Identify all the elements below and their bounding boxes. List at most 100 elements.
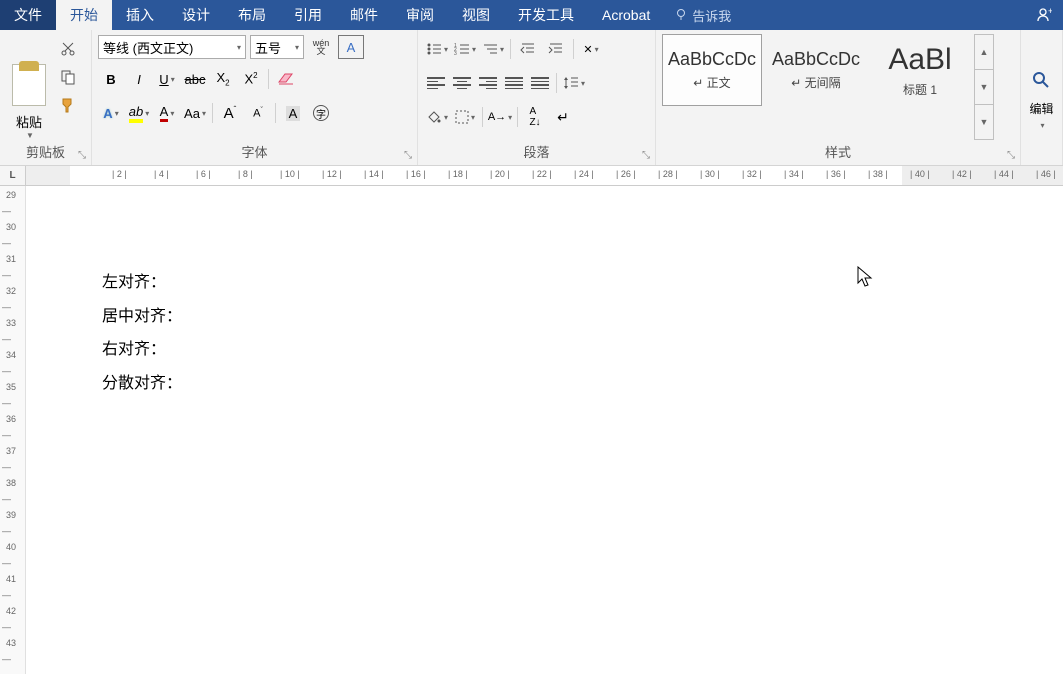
ruler-tick: | 10 |	[280, 169, 300, 179]
clear-format-button[interactable]	[273, 67, 299, 91]
text-direction-button[interactable]: A→▾	[487, 105, 513, 129]
vruler-mark: —	[2, 206, 11, 216]
doc-line[interactable]: 居中对齐：	[102, 300, 1022, 334]
paragraph-launcher[interactable]: ⤡	[639, 149, 653, 163]
find-icon[interactable]	[1031, 70, 1051, 90]
styles-launcher[interactable]: ⤡	[1004, 149, 1018, 163]
style-preview: AaBbCcDc	[668, 49, 756, 70]
styles-more[interactable]: ▼	[975, 105, 993, 139]
vruler-tick: 34	[6, 350, 16, 360]
menu-review[interactable]: 审阅	[392, 0, 448, 30]
vruler-tick: 35	[6, 382, 16, 392]
vruler-mark: —	[2, 494, 11, 504]
ribbon: 粘贴 ▼ 剪贴板 ⤡ 等线 (西文正文)▾ 五号▾ wén文 A	[0, 30, 1063, 166]
italic-button[interactable]: I	[126, 67, 152, 91]
multilevel-icon	[482, 42, 498, 56]
align-distribute-button[interactable]	[528, 72, 552, 94]
menu-home[interactable]: 开始	[56, 0, 112, 30]
superscript-button[interactable]: X2	[238, 67, 264, 91]
increase-indent-button[interactable]	[543, 37, 569, 61]
copy-button[interactable]	[56, 66, 80, 88]
decrease-indent-button[interactable]	[515, 37, 541, 61]
enclose-char-button[interactable]: 字	[308, 101, 334, 125]
align-center-button[interactable]	[450, 72, 474, 94]
vruler-tick: 41	[6, 574, 16, 584]
style-normal[interactable]: AaBbCcDc ↵ 正文	[662, 34, 762, 106]
sort-button[interactable]: AZ↓	[522, 105, 548, 129]
horizontal-ruler[interactable]: | 2 || 4 || 6 || 8 || 10 || 12 || 14 || …	[26, 166, 1063, 185]
editing-label[interactable]: 编辑	[1029, 100, 1053, 117]
style-heading1[interactable]: AaBl 标题 1	[870, 34, 970, 106]
borders-button[interactable]: ▾	[452, 105, 478, 129]
paste-button[interactable]: 粘贴 ▼	[6, 34, 52, 140]
paste-label: 粘贴	[16, 112, 42, 131]
menu-view[interactable]: 视图	[448, 0, 504, 30]
align-right-button[interactable]	[476, 72, 500, 94]
doc-line[interactable]: 右对齐：	[102, 333, 1022, 367]
styles-down[interactable]: ▼	[975, 70, 993, 105]
bold-button[interactable]: B	[98, 67, 124, 91]
vruler-mark: —	[2, 654, 11, 664]
styles-up[interactable]: ▲	[975, 35, 993, 70]
change-case-button[interactable]: Aa▾	[182, 101, 208, 125]
underline-button[interactable]: U▾	[154, 67, 180, 91]
svg-text:3: 3	[454, 51, 457, 56]
font-size-combo[interactable]: 五号▾	[250, 35, 304, 59]
share-button[interactable]: +	[1023, 0, 1063, 30]
page[interactable]: 左对齐： 居中对齐： 右对齐： 分散对齐：	[62, 186, 1062, 480]
format-painter-button[interactable]	[56, 94, 80, 116]
tell-me[interactable]: 告诉我	[664, 0, 741, 30]
multilevel-button[interactable]: ▾	[480, 37, 506, 61]
grow-font-button[interactable]: Aˆ	[217, 101, 243, 125]
vruler-tick: 39	[6, 510, 16, 520]
menu-references[interactable]: 引用	[280, 0, 336, 30]
shading-button[interactable]: ▾	[424, 105, 450, 129]
bullets-button[interactable]: ▾	[424, 37, 450, 61]
ruler-corner[interactable]: L	[0, 166, 26, 185]
asian-layout-button[interactable]: ✕▾	[578, 37, 604, 61]
numbering-button[interactable]: 123▾	[452, 37, 478, 61]
menu-file[interactable]: 文件	[0, 0, 56, 30]
line-spacing-button[interactable]: ▾	[561, 71, 587, 95]
font-color-button[interactable]: A▾	[154, 101, 180, 125]
character-border-button[interactable]: A	[338, 35, 364, 59]
menu-design[interactable]: 设计	[168, 0, 224, 30]
align-justify-button[interactable]	[502, 72, 526, 94]
style-preview: AaBl	[888, 43, 951, 77]
clipboard-launcher[interactable]: ⤡	[75, 149, 89, 163]
vertical-ruler[interactable]: 29—30—31—32—33—34—35—36—37—38—39—40—41—4…	[0, 186, 26, 674]
doc-line[interactable]: 左对齐：	[102, 266, 1022, 300]
italic-icon: I	[137, 72, 141, 87]
ruler-tick: | 36 |	[826, 169, 846, 179]
menu-layout[interactable]: 布局	[224, 0, 280, 30]
menu-mail[interactable]: 邮件	[336, 0, 392, 30]
ruler-tick: | 24 |	[574, 169, 594, 179]
char-shading-button[interactable]: A	[280, 101, 306, 125]
vruler-tick: 40	[6, 542, 16, 552]
page-wrap[interactable]: 左对齐： 居中对齐： 右对齐： 分散对齐：	[26, 186, 1063, 674]
line-spacing-icon	[563, 75, 579, 91]
strikethrough-button[interactable]: abc	[182, 67, 208, 91]
bullets-icon	[426, 42, 442, 56]
cut-button[interactable]	[56, 38, 80, 60]
ruler-tick: | 26 |	[616, 169, 636, 179]
superscript-icon: X2	[244, 71, 257, 86]
style-nospacing[interactable]: AaBbCcDc ↵ 无间隔	[766, 34, 866, 106]
align-left-button[interactable]	[424, 72, 448, 94]
doc-line[interactable]: 分散对齐：	[102, 367, 1022, 401]
show-marks-button[interactable]: ↵	[550, 105, 576, 129]
menu-insert[interactable]: 插入	[112, 0, 168, 30]
highlight-button[interactable]: ab▾	[126, 101, 152, 125]
menu-acrobat[interactable]: Acrobat	[588, 0, 664, 30]
font-launcher[interactable]: ⤡	[401, 149, 415, 163]
shrink-font-button[interactable]: Aˇ	[245, 101, 271, 125]
ruler-tick: | 14 |	[364, 169, 384, 179]
text-effects-button[interactable]: A▾	[98, 101, 124, 125]
subscript-button[interactable]: X2	[210, 67, 236, 91]
tell-me-label: 告诉我	[692, 6, 731, 25]
menu-developer[interactable]: 开发工具	[504, 0, 588, 30]
phonetic-guide-button[interactable]: wén文	[308, 35, 334, 59]
vruler-mark: —	[2, 302, 11, 312]
svg-text:+: +	[1048, 6, 1052, 16]
font-name-combo[interactable]: 等线 (西文正文)▾	[98, 35, 246, 59]
